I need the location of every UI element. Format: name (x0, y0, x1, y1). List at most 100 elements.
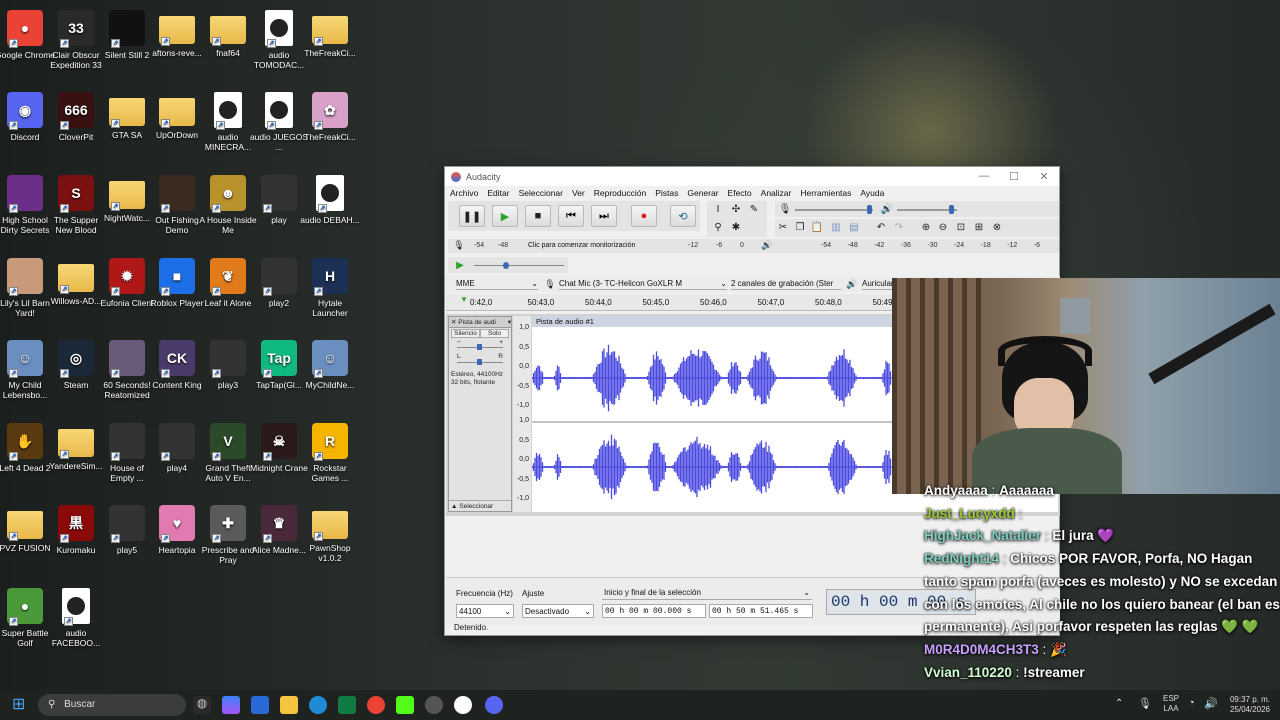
record-meter[interactable]: 🎙 -54 -48 Clic para comenzar monitorizac… (448, 239, 768, 253)
copilot-icon[interactable] (222, 696, 240, 714)
envelope-tool-icon[interactable]: ✣ (728, 201, 744, 217)
desktop-icon-alice-madne[interactable]: ♛ ↗ Alice Madne... (252, 505, 306, 555)
rate-select[interactable]: 44100 ⌄ (456, 604, 514, 618)
desktop-icon-play5[interactable]: ↗ play5 (102, 505, 152, 555)
desktop-icon-left-4-dead-2[interactable]: ✋ ↗ Left 4 Dead 2 (0, 423, 51, 473)
desktop-icon-heartopia[interactable]: ♥ ↗ Heartopia (152, 505, 202, 555)
desktop-icon-thefreakci[interactable]: ✿ ↗ TheFreakCi... (304, 92, 356, 142)
desktop-icon-cloverpit[interactable]: 666 ↗ CloverPit (51, 92, 101, 142)
menu-generar[interactable]: Generar (687, 186, 718, 200)
desktop-icon-audio-debah[interactable]: ↗ audio DEBAH... (300, 175, 360, 225)
speed-slider[interactable] (474, 265, 564, 266)
desktop-icon-grand-theft-auto-v-en[interactable]: V ↗ Grand Theft Auto V En... (203, 423, 253, 483)
menu-archivo[interactable]: Archivo (450, 186, 478, 200)
desktop-icon-play4[interactable]: ↗ play4 (152, 423, 202, 473)
zoom-out-icon[interactable]: ⊖ (935, 219, 951, 235)
record-volume-slider[interactable] (795, 209, 873, 211)
maximize-button[interactable]: ☐ (999, 170, 1029, 183)
menu-analizar[interactable]: Analizar (761, 186, 792, 200)
desktop-icon-taptap-gl[interactable]: Tap ↗ TapTap(Gl... (254, 340, 304, 390)
selection-start-field[interactable]: 00 h 00 m 00.000 s (602, 604, 706, 618)
menu-efecto[interactable]: Efecto (728, 186, 752, 200)
play-at-speed-icon[interactable]: ▶ (452, 257, 468, 273)
selection-mode-select[interactable]: Inicio y final de la selección ⌄ (602, 586, 812, 600)
volume-icon[interactable]: 🔊 (1204, 697, 1218, 710)
stop-button[interactable]: ■ (525, 205, 551, 227)
close-button[interactable]: ✕ (1029, 170, 1059, 183)
track-close-icon[interactable]: ✕ (451, 319, 456, 326)
chat-username[interactable]: RedNight14 (924, 551, 999, 566)
desktop-icon-60-seconds-reatomized[interactable]: ↗ 60 Seconds! Reatomized (102, 340, 152, 400)
desktop-icon-my-child-lebensbo[interactable]: ☺ ↗ My Child Lebensbo... (0, 340, 50, 400)
chat-username[interactable]: Andyaaaa (924, 483, 988, 498)
kick-icon[interactable] (396, 696, 414, 714)
desktop-icon-steam[interactable]: ◎ ↗ Steam (51, 340, 101, 390)
play-button[interactable]: ▶ (492, 205, 518, 227)
menu-editar[interactable]: Editar (487, 186, 509, 200)
playback-volume-slider[interactable] (897, 209, 957, 211)
desktop-icon-prescribe-and-pray[interactable]: ✚ ↗ Prescribe and Pray (202, 505, 254, 565)
desktop-icon-rockstar-games[interactable]: R ↗ Rockstar Games ... (305, 423, 355, 483)
desktop-icon-out-fishing-demo[interactable]: ↗ Out Fishing Demo (152, 175, 202, 235)
loop-button[interactable]: ⟲ (670, 205, 696, 227)
skip-end-button[interactable]: ⏭ (591, 205, 617, 227)
chrome-taskbar-icon[interactable] (367, 696, 385, 714)
snap-select[interactable]: Desactivado ⌄ (522, 604, 594, 618)
desktop-icon-upordown[interactable]: ↗ UpOrDown (152, 92, 202, 140)
widgets-icon[interactable]: ◍ (193, 696, 211, 714)
redo-icon[interactable]: ↷ (891, 219, 907, 235)
solo-button[interactable]: Solo (480, 329, 509, 338)
fit-selection-icon[interactable]: ⊡ (953, 219, 969, 235)
select-tool-icon[interactable]: I (710, 201, 726, 217)
desktop-icon-nightwatc[interactable]: ↗ NightWatc... (102, 175, 152, 223)
tray-chevron-icon[interactable]: ⌃ (1115, 698, 1123, 709)
desktop-icon-yanderesim[interactable]: ↗ YandereSim... (49, 423, 103, 471)
network-icon[interactable]: ◔ (1188, 697, 1195, 709)
desktop-icon-pawnshop-v1-0-2[interactable]: ↗ PawnShop v1.0.2 (305, 505, 355, 563)
desktop-icon-silent-still-2[interactable]: ↗ Silent Still 2 (102, 10, 152, 60)
desktop-icon-audio-tomodac[interactable]: ↗ audio TOMODAC... (254, 10, 304, 70)
clock[interactable]: 09:37 p. m. 25/04/2026 (1220, 695, 1270, 715)
pause-button[interactable]: ❚❚ (459, 205, 485, 227)
draw-tool-icon[interactable]: ✎ (746, 201, 762, 217)
desktop-icon-thefreakci[interactable]: ↗ TheFreakCi... (304, 10, 356, 58)
multi-tool-icon[interactable]: ✱ (728, 219, 744, 235)
start-icon[interactable]: ⊞ (12, 696, 30, 714)
desktop-icon-leaf-it-alone[interactable]: ❦ ↗ Leaf it Alone (203, 258, 253, 308)
discord-taskbar-icon[interactable] (485, 696, 503, 714)
desktop-icon-discord[interactable]: ◉ ↗ Discord (0, 92, 50, 142)
desktop-icon-audio-minecra[interactable]: ↗ audio MINECRA... (203, 92, 253, 152)
undo-icon[interactable]: ↶ (873, 219, 889, 235)
desktop-icon-pvz-fusion[interactable]: ↗ PVZ FUSION (0, 505, 51, 553)
zoom-tool-icon[interactable]: ⚲ (710, 219, 726, 235)
explorer-icon[interactable] (280, 696, 298, 714)
menu-reproduccion[interactable]: Reproducción (594, 186, 646, 200)
desktop-icon-fnaf64[interactable]: ↗ fnaf64 (203, 10, 253, 58)
desktop-icon-aftons-reve[interactable]: ↗ aftons-reve... (152, 10, 202, 58)
playback-meter[interactable]: 🔊 -54 -48 -42 -36 -30 -24 -18 -12 -6 0 (757, 239, 1064, 253)
desktop-icon-content-king[interactable]: CK ↗ Content King (152, 340, 202, 390)
menu-herramientas[interactable]: Herramientas (800, 186, 851, 200)
desktop-icon-roblox-player[interactable]: ■ ↗ Roblox Player (151, 258, 203, 308)
chat-username[interactable]: M0R4D0M4CH3T3 (924, 642, 1039, 657)
skip-start-button[interactable]: ⏮ (558, 205, 584, 227)
zoom-in-icon[interactable]: ⊕ (918, 219, 934, 235)
chat-username[interactable]: Just_Lucyxdd (924, 506, 1015, 521)
cut-icon[interactable]: ✂ (775, 219, 791, 235)
fit-project-icon[interactable]: ⊞ (971, 219, 987, 235)
speed-thumb[interactable] (503, 262, 509, 269)
desktop-icon-clair-obscur-expedition-33[interactable]: 33 ↗ Clair Obscur Expedition 33 (50, 10, 102, 70)
edge-icon[interactable] (309, 696, 327, 714)
host-select[interactable]: MME ⌄ (456, 278, 538, 290)
audacity-taskbar-icon[interactable] (454, 696, 472, 714)
track-header[interactable]: ✕ Pista de audi ▾ (449, 317, 511, 328)
desktop-icon-midnight-crane[interactable]: ☠ ↗ Midnight Crane (250, 423, 308, 473)
desktop-icon-high-school-dirty-secrets[interactable]: ↗ High School Dirty Secrets (0, 175, 50, 235)
paste-icon[interactable]: 📋 (809, 219, 825, 235)
trim-icon[interactable]: ▥ (828, 219, 844, 235)
desktop-icon-willows-ad[interactable]: ↗ Willows-AD... (51, 258, 101, 306)
title-bar[interactable]: Audacity — ☐ ✕ (445, 167, 1059, 186)
desktop-icon-audio-faceboo[interactable]: ↗ audio FACEBOO... (51, 588, 101, 648)
channels-select[interactable]: 2 canales de grabación (Ster (731, 278, 841, 290)
selection-end-field[interactable]: 00 h 50 m 51.465 s (709, 604, 813, 618)
